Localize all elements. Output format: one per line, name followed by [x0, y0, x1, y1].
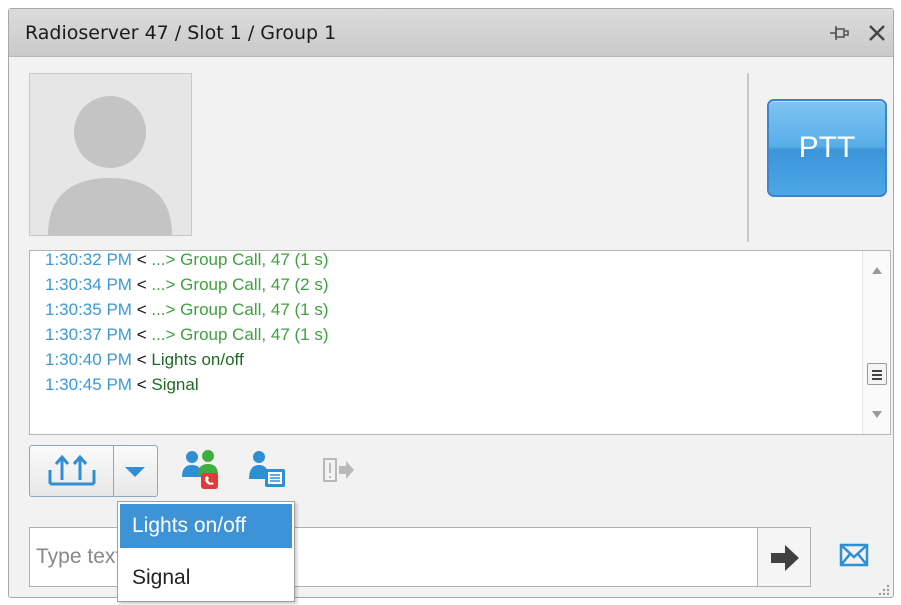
log-entry-message: Signal — [151, 375, 199, 394]
log-entry: 1:30:32 PM < ...> Group Call, 47 (1 s) — [45, 247, 845, 272]
radio-group-window: Radioserver 47 / Slot 1 / Group 1 PTT 1:… — [8, 8, 894, 602]
scroll-down-icon[interactable] — [871, 410, 883, 420]
log-entry-direction: < — [136, 350, 147, 369]
log-scrollbar[interactable] — [862, 251, 890, 434]
send-status-split-button[interactable] — [29, 445, 158, 497]
log-entry: 1:30:35 PM < ...> Group Call, 47 (1 s) — [45, 297, 845, 322]
send-message-button[interactable] — [758, 527, 811, 587]
pin-icon[interactable] — [827, 21, 851, 45]
log-entry-direction: < — [136, 275, 147, 294]
scroll-up-icon[interactable] — [871, 265, 883, 275]
log-entry-time: 1:30:45 PM — [45, 375, 132, 394]
header-divider — [747, 73, 749, 242]
status-menu-item-signal[interactable]: Signal — [120, 556, 292, 600]
log-entry-message: ...> Group Call, 47 (1 s) — [151, 300, 329, 319]
log-entry-message: ...> Group Call, 47 (1 s) — [151, 250, 329, 269]
group-call-icon[interactable] — [179, 447, 223, 491]
log-entry-message: ...> Group Call, 47 (2 s) — [151, 275, 329, 294]
log-entry-direction: < — [136, 250, 147, 269]
remote-monitor-icon[interactable] — [321, 453, 357, 487]
title-bar[interactable]: Radioserver 47 / Slot 1 / Group 1 — [9, 9, 893, 57]
user-avatar-icon — [48, 96, 172, 235]
log-entry-message: Lights on/off — [151, 350, 244, 369]
status-menu-item-lights[interactable]: Lights on/off — [120, 504, 292, 548]
message-log[interactable]: 1:30:32 PM < ...> Group Call, 47 (1 s) 1:… — [29, 250, 891, 435]
arrow-right-icon — [771, 545, 799, 571]
log-entry-time: 1:30:35 PM — [45, 300, 132, 319]
log-entry: 1:30:37 PM < ...> Group Call, 47 (1 s) — [45, 322, 845, 347]
envelope-icon[interactable] — [839, 542, 869, 568]
window-title: Radioserver 47 / Slot 1 / Group 1 — [25, 22, 337, 44]
contact-avatar — [29, 73, 192, 236]
log-entry-time: 1:30:34 PM — [45, 275, 132, 294]
log-entry-message: ...> Group Call, 47 (1 s) — [151, 325, 329, 344]
status-dropdown-toggle[interactable] — [114, 446, 157, 496]
log-entry-time: 1:30:37 PM — [45, 325, 132, 344]
phone-call-icon[interactable] — [247, 447, 291, 491]
scroll-thumb[interactable] — [867, 363, 887, 385]
send-status-icon — [48, 454, 96, 486]
ptt-button[interactable]: PTT — [767, 99, 887, 197]
send-status-button[interactable] — [30, 446, 114, 496]
close-icon[interactable] — [864, 20, 890, 46]
resize-grip-icon[interactable] — [875, 581, 891, 597]
chevron-down-icon — [125, 467, 145, 477]
log-entry: 1:30:40 PM < Lights on/off — [45, 347, 845, 372]
log-entry-direction: < — [136, 325, 147, 344]
log-entry-direction: < — [136, 300, 147, 319]
status-menu: Lights on/off Signal — [117, 501, 295, 602]
log-entry-direction: < — [136, 375, 147, 394]
log-entry: 1:30:45 PM < Signal — [45, 372, 845, 397]
log-lines: 1:30:32 PM < ...> Group Call, 47 (1 s) 1:… — [45, 247, 845, 397]
log-entry-time: 1:30:40 PM — [45, 350, 132, 369]
log-entry: 1:30:34 PM < ...> Group Call, 47 (2 s) — [45, 272, 845, 297]
log-entry-time: 1:30:32 PM — [45, 250, 132, 269]
